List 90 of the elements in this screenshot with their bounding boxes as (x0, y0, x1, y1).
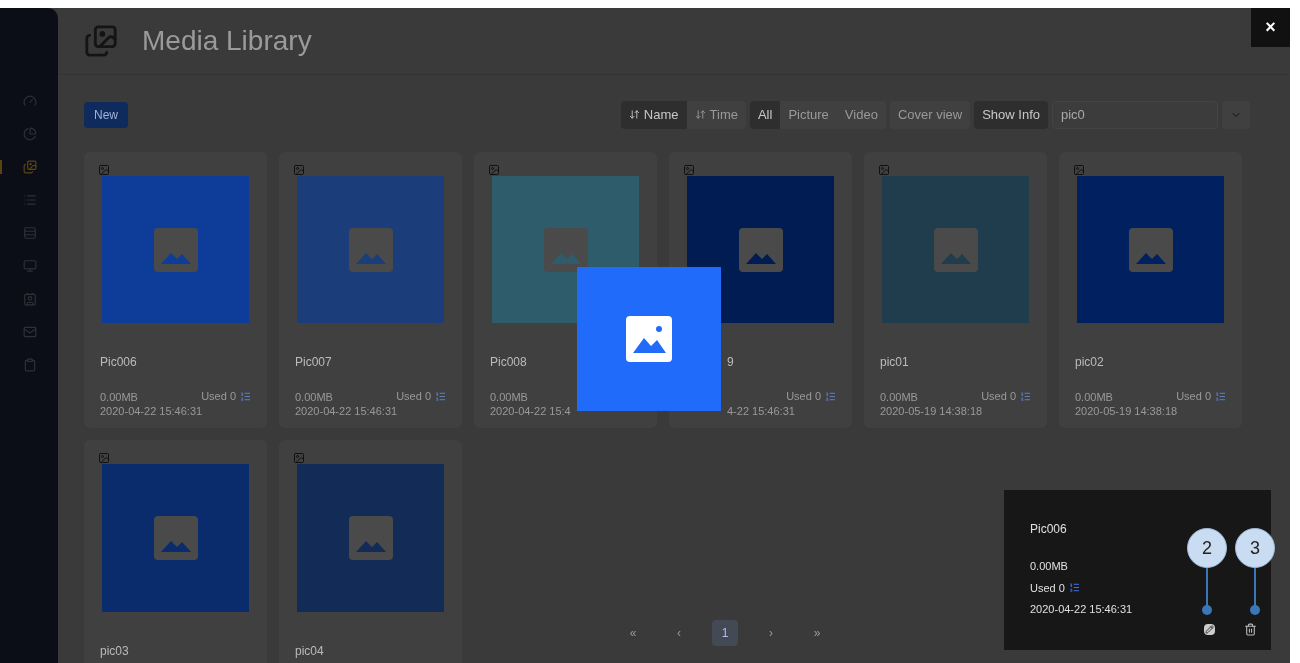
usage-count: Used 0 (1030, 580, 1065, 596)
image-placeholder-icon (543, 227, 588, 272)
sort-icon (628, 109, 640, 121)
media-name: pic03 (100, 642, 130, 658)
usage-count: Used 0 (1176, 389, 1211, 405)
media-card[interactable]: pic01 0.00MB Used 0 2020-05-19 14:38:18 (864, 151, 1047, 428)
clipboard-icon[interactable] (23, 358, 37, 372)
upload-date: 4-22 15:46:31 (727, 404, 796, 420)
images-icon[interactable] (23, 160, 37, 174)
upload-date: 2020-05-19 14:38:18 (1075, 404, 1179, 420)
media-name: pic02 (1075, 354, 1105, 370)
upload-date: 2020-04-22 15:46:31 (295, 404, 399, 420)
media-name: pic01 (880, 354, 910, 370)
image-type-icon (98, 451, 110, 464)
pie-chart-icon[interactable] (23, 127, 37, 141)
file-size: 0.00MB (1075, 390, 1113, 404)
pagination-button[interactable]: › (758, 620, 784, 646)
image-placeholder-icon (933, 227, 978, 272)
list-icon (825, 390, 836, 402)
leader-line (1249, 568, 1261, 616)
image-placeholder-icon (153, 515, 198, 560)
pagination-button[interactable]: » (804, 620, 830, 646)
list-icon[interactable] (23, 193, 37, 207)
media-card[interactable]: pic02 0.00MB Used 0 2020-05-19 14:38:18 (1059, 151, 1242, 428)
delete-icon[interactable] (1244, 623, 1257, 636)
image-type-icon (98, 163, 110, 176)
usage-count: Used 0 (981, 389, 1016, 405)
mail-icon[interactable] (23, 325, 37, 339)
filter-tab[interactable]: Picture (780, 100, 837, 129)
cover-view-button[interactable]: Cover view (889, 100, 971, 129)
media-library-icon (84, 23, 118, 58)
usage-count: Used 0 (396, 389, 431, 405)
file-size: 0.00MB (100, 390, 138, 404)
rows-icon[interactable] (23, 226, 37, 240)
close-button[interactable]: × (1251, 8, 1290, 47)
list-icon (1068, 582, 1080, 594)
media-name: 9 (727, 354, 735, 370)
image-placeholder-icon (348, 227, 393, 272)
image-type-icon (293, 451, 305, 464)
upload-date: 2020-05-19 14:38:18 (880, 404, 984, 420)
file-size: 0.00MB (295, 390, 333, 404)
filter-tab[interactable]: Name (620, 100, 687, 129)
file-size: 0.00MB (880, 390, 918, 404)
media-name: pic04 (295, 642, 325, 658)
image-placeholder-icon (153, 227, 198, 272)
pagination-button[interactable]: ‹ (666, 620, 692, 646)
sort-icon (694, 109, 706, 121)
leader-line (1201, 568, 1213, 616)
pagination-button[interactable]: 1 (712, 620, 738, 646)
list-icon (1215, 390, 1226, 402)
media-card[interactable]: Pic006 0.00MB Used 0 2020-04-22 15:46:31 (84, 151, 267, 428)
show-info-button[interactable]: Show Info (974, 100, 1048, 129)
filter-tab[interactable]: All (749, 100, 781, 129)
image-placeholder-icon (738, 227, 783, 272)
upload-date: 2020-04-22 15:4 (490, 404, 572, 420)
page-title: Media Library (142, 23, 312, 58)
file-size: 0.00MB (1030, 559, 1069, 574)
media-name: Pic007 (295, 354, 333, 370)
edit-icon[interactable] (1204, 624, 1215, 635)
new-button[interactable]: New (84, 101, 128, 128)
contact-card-icon[interactable] (23, 292, 37, 306)
image-icon (626, 316, 672, 362)
media-name: Pic006 (100, 354, 138, 370)
media-card[interactable]: pic04 (279, 439, 462, 663)
filter-tab[interactable]: Video (836, 100, 886, 129)
usage-count: Used 0 (201, 389, 236, 405)
image-placeholder-icon (348, 515, 393, 560)
image-type-icon (878, 163, 890, 176)
media-card[interactable]: pic03 (84, 439, 267, 663)
media-name: Pic006 (1030, 521, 1068, 538)
media-card[interactable]: Pic007 0.00MB Used 0 2020-04-22 15:46:31 (279, 151, 462, 428)
image-placeholder-icon (1128, 227, 1173, 272)
filter-tab[interactable]: Time (686, 100, 746, 129)
monitor-icon[interactable] (23, 259, 37, 273)
upload-date: 2020-04-22 15:46:31 (100, 404, 204, 420)
image-type-icon (1073, 163, 1085, 176)
dropdown-button[interactable] (1222, 100, 1250, 129)
list-icon (240, 390, 251, 402)
gauge-icon[interactable] (23, 94, 37, 108)
upload-date: 2020-04-22 15:46:31 (1030, 602, 1134, 617)
image-type-icon (293, 163, 305, 176)
usage-count: Used 0 (786, 389, 821, 405)
image-type-icon (683, 163, 695, 176)
list-icon (1020, 390, 1031, 402)
search-field[interactable]: pic0 (1052, 100, 1218, 129)
file-size: 0.00MB (490, 390, 528, 404)
image-type-icon (488, 163, 500, 176)
list-icon (435, 390, 446, 402)
media-name: Pic008 (490, 354, 528, 370)
pagination-button[interactable]: « (620, 620, 646, 646)
